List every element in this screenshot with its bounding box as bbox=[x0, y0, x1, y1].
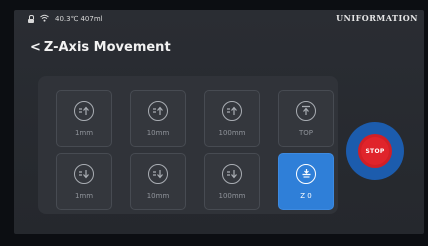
movement-panel: 1mm 10mm 100mm TOP 1mm 10mm 100mm Z 0 bbox=[38, 76, 338, 214]
move-up-icon bbox=[74, 100, 94, 121]
tile-label: 10mm bbox=[146, 128, 170, 137]
move-top-button[interactable]: TOP bbox=[278, 90, 334, 147]
move-down-icon bbox=[222, 163, 242, 184]
move-down-1mm-button[interactable]: 1mm bbox=[56, 153, 112, 210]
resin-volume-readout: 407ml bbox=[80, 15, 103, 23]
back-chevron-icon[interactable]: < bbox=[30, 40, 41, 55]
page-header[interactable]: < Z-Axis Movement bbox=[30, 40, 171, 55]
move-up-icon bbox=[148, 100, 168, 121]
stop-button[interactable]: STOP bbox=[346, 122, 404, 180]
move-down-icon bbox=[148, 163, 168, 184]
tile-label: 100mm bbox=[218, 128, 246, 137]
tile-label: 1mm bbox=[74, 128, 94, 137]
tile-label: 10mm bbox=[146, 191, 170, 200]
page-title: Z-Axis Movement bbox=[43, 40, 171, 55]
go-top-icon bbox=[296, 100, 316, 121]
tile-label: TOP bbox=[298, 128, 313, 137]
move-down-10mm-button[interactable]: 10mm bbox=[130, 153, 186, 210]
move-down-100mm-button[interactable]: 100mm bbox=[204, 153, 260, 210]
move-down-icon bbox=[74, 163, 94, 184]
tile-label: 100mm bbox=[218, 191, 246, 200]
temperature-readout: 40.3℃ bbox=[55, 15, 79, 23]
move-up-1mm-button[interactable]: 1mm bbox=[56, 90, 112, 147]
status-bar: 40.3℃ 407ml UNIFORMATION bbox=[14, 10, 424, 26]
status-left-group: 40.3℃ 407ml bbox=[28, 14, 103, 24]
home-z-icon bbox=[296, 163, 316, 184]
move-up-10mm-button[interactable]: 10mm bbox=[130, 90, 186, 147]
tile-label: Z 0 bbox=[300, 191, 312, 200]
stop-button-core[interactable]: STOP bbox=[361, 137, 389, 165]
lock-icon bbox=[28, 15, 34, 23]
printer-screen: 40.3℃ 407ml UNIFORMATION < Z-Axis Moveme… bbox=[14, 10, 424, 234]
tile-label: 1mm bbox=[74, 191, 94, 200]
wifi-icon bbox=[40, 14, 49, 24]
move-up-100mm-button[interactable]: 100mm bbox=[204, 90, 260, 147]
move-up-icon bbox=[222, 100, 242, 121]
stop-label: STOP bbox=[365, 147, 385, 155]
movement-grid: 1mm 10mm 100mm TOP 1mm 10mm 100mm Z 0 bbox=[56, 90, 334, 210]
home-z0-button[interactable]: Z 0 bbox=[278, 153, 334, 210]
brand-logo: UNIFORMATION bbox=[336, 13, 418, 23]
